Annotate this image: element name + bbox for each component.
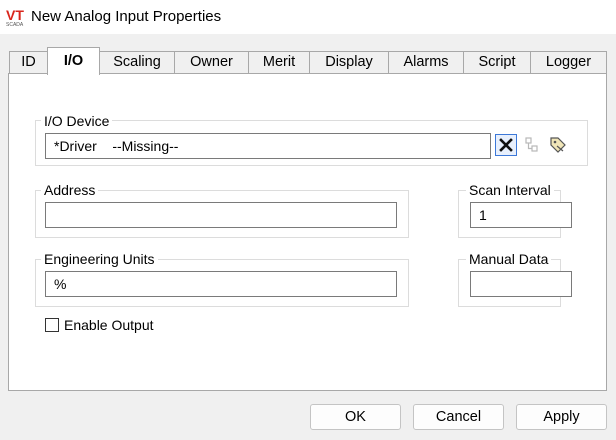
clear-x-icon (499, 138, 513, 152)
io-tab-panel: I/O Device *Driver --Missing-- Address S… (8, 73, 607, 391)
scan-interval-field[interactable]: 1 (470, 202, 572, 228)
tab-io[interactable]: I/O (47, 47, 100, 75)
tab-scaling[interactable]: Scaling (99, 51, 175, 73)
browse-tree-button[interactable] (521, 134, 543, 156)
tag-browse-icon (550, 137, 566, 153)
tab-logger[interactable]: Logger (530, 51, 607, 73)
address-field[interactable] (45, 202, 397, 228)
tab-id[interactable]: ID (9, 51, 48, 73)
window-title: New Analog Input Properties (31, 8, 222, 25)
io-device-label: I/O Device (41, 113, 113, 129)
title-bar: VT SCADA New Analog Input Properties (0, 0, 616, 34)
manual-data-label: Manual Data (466, 251, 552, 267)
tab-display[interactable]: Display (309, 51, 389, 73)
enable-output-label[interactable]: Enable Output (64, 317, 154, 333)
svg-text:SCADA: SCADA (6, 22, 24, 27)
tab-owner[interactable]: Owner (174, 51, 249, 73)
tab-merit[interactable]: Merit (248, 51, 310, 73)
cancel-button[interactable]: Cancel (413, 404, 504, 430)
svg-text:VT: VT (6, 7, 24, 23)
address-label: Address (41, 182, 99, 198)
enable-output-checkbox[interactable] (45, 318, 59, 332)
manual-data-field[interactable] (470, 271, 572, 297)
scan-interval-label: Scan Interval (466, 182, 554, 198)
tag-browse-button[interactable] (547, 134, 569, 156)
clear-device-button[interactable] (495, 134, 517, 156)
vtscada-logo-icon: VT SCADA (6, 7, 24, 27)
tab-script[interactable]: Script (463, 51, 531, 73)
engineering-units-label: Engineering Units (41, 251, 158, 267)
engineering-units-field[interactable]: % (45, 271, 397, 297)
tree-browse-icon (525, 137, 538, 152)
apply-button[interactable]: Apply (516, 404, 607, 430)
io-device-field[interactable]: *Driver --Missing-- (45, 133, 491, 159)
ok-button[interactable]: OK (310, 404, 401, 430)
tab-alarms[interactable]: Alarms (388, 51, 464, 73)
